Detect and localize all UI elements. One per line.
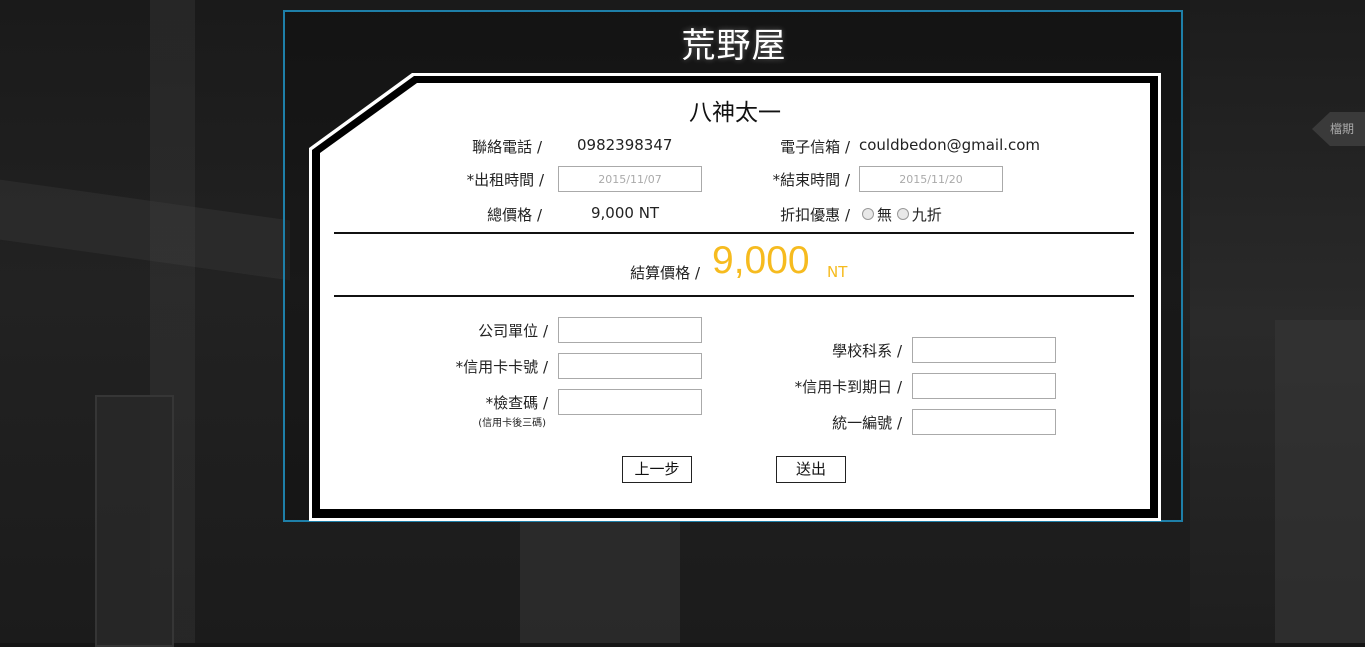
settlement-amount: 9,000 (712, 239, 810, 282)
back-button[interactable]: 上一步 (622, 456, 692, 483)
discount-none-option[interactable]: 無 (862, 206, 892, 224)
phone-label: 聯絡電話 / (472, 138, 542, 156)
background-door (95, 395, 174, 647)
discount-none-label: 無 (877, 206, 893, 224)
card-expiry-input[interactable] (912, 373, 1056, 399)
discount-label: 折扣優惠 / (780, 206, 850, 224)
settlement-unit: NT (827, 263, 848, 281)
site-title: 荒野屋 (681, 26, 787, 66)
total-price-value: 9,000 NT (591, 204, 660, 222)
end-date-input[interactable] (859, 166, 1003, 192)
settlement-label: 結算價格 / (630, 264, 700, 282)
background-door-right (1275, 320, 1365, 643)
tax-id-label: 統一編號 / (832, 414, 902, 432)
company-label: 公司單位 / (478, 322, 548, 340)
cvv-note: (信用卡後三碼) (478, 418, 546, 429)
discount-options: 無 九折 (862, 204, 942, 225)
divider-top (334, 232, 1134, 234)
renter-name: 八神太一 (689, 100, 781, 126)
card-number-label: *信用卡卡號 / (455, 358, 548, 376)
total-price-label: 總價格 / (487, 206, 542, 224)
background-hallway (520, 520, 680, 643)
cvv-input[interactable] (558, 389, 702, 415)
tax-id-input[interactable] (912, 409, 1056, 435)
card-expiry-label: *信用卡到期日 / (794, 378, 902, 396)
radio-none[interactable] (862, 208, 874, 220)
submit-button[interactable]: 送出 (776, 456, 846, 483)
company-input[interactable] (558, 317, 702, 343)
email-label: 電子信箱 / (780, 138, 850, 156)
department-label: 學校科系 / (832, 342, 902, 360)
discount-ninety-option[interactable]: 九折 (896, 206, 942, 224)
department-input[interactable] (912, 337, 1056, 363)
discount-ninety-label: 九折 (911, 206, 942, 224)
radio-ninety[interactable] (896, 208, 909, 220)
phone-value: 0982398347 (577, 136, 673, 154)
card-number-input[interactable] (558, 353, 702, 379)
email-value: couldbedon@gmail.com (859, 136, 1041, 154)
cvv-label: *檢查碼 / (485, 394, 548, 412)
divider-bottom (334, 295, 1134, 297)
start-date-input[interactable] (558, 166, 702, 192)
start-time-label: *出租時間 / (466, 171, 544, 189)
end-time-label: *結束時間 / (772, 171, 850, 189)
